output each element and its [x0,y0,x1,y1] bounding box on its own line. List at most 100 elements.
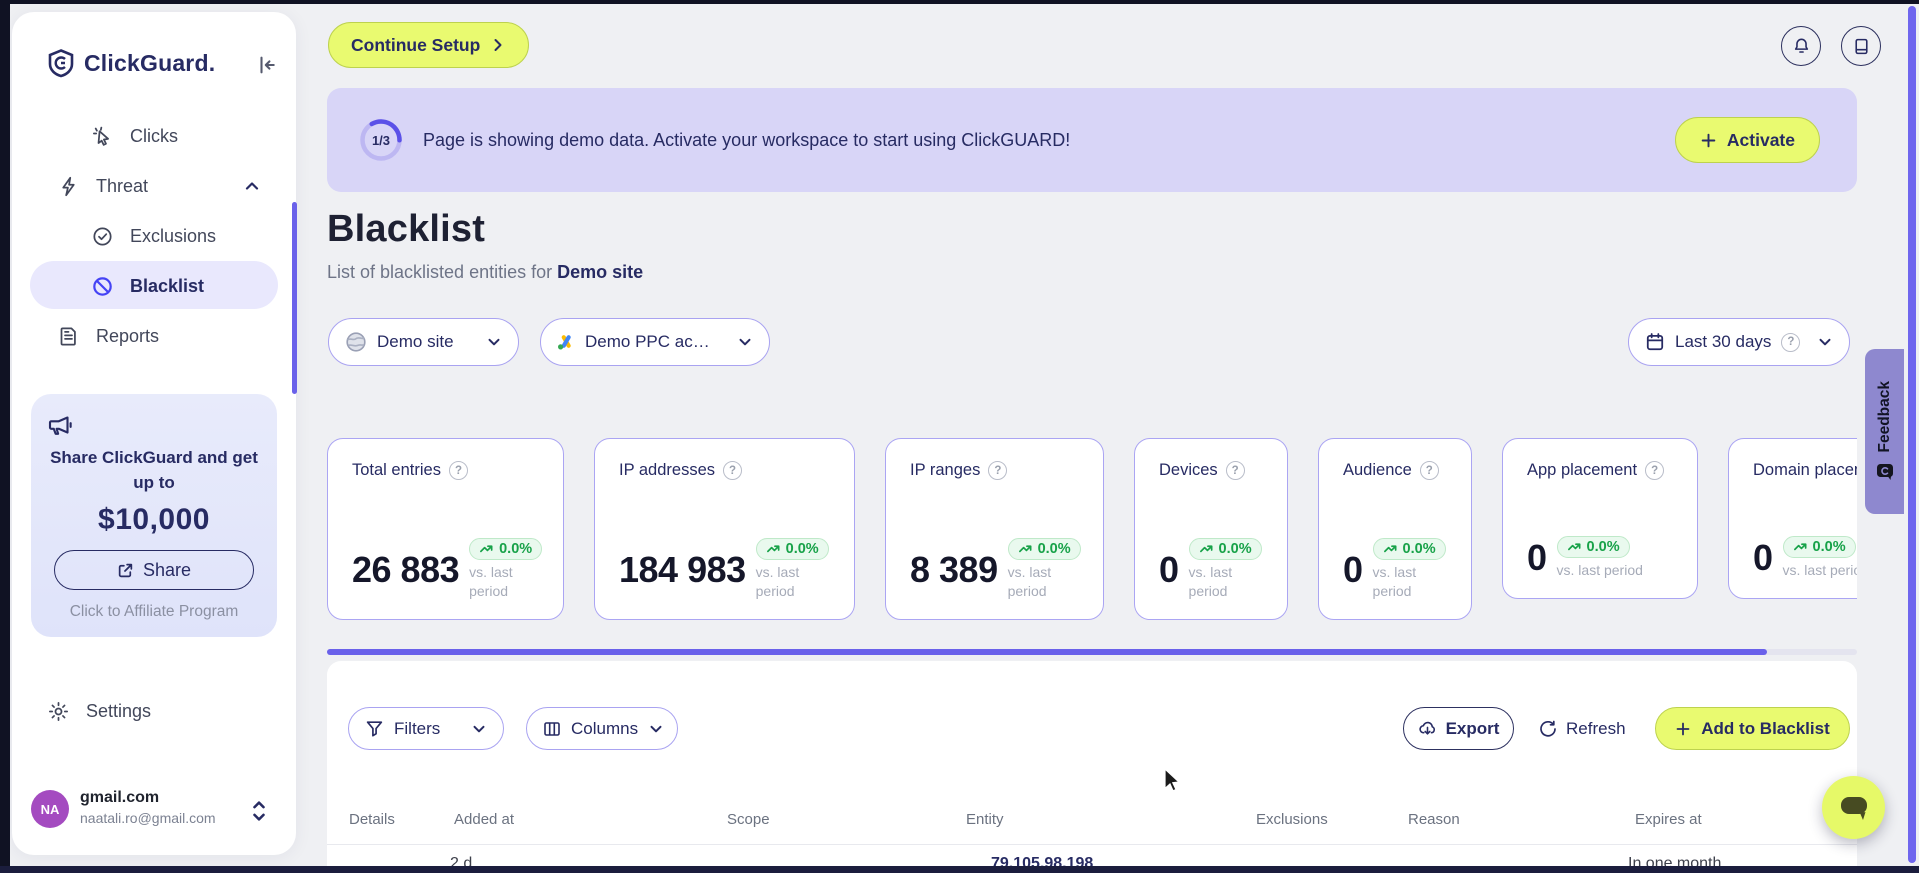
columns-label: Columns [571,718,639,738]
date-range-selector[interactable]: Last 30 days ? [1628,318,1850,366]
blocked-icon [92,276,113,297]
clickguard-app: ClickGuard. Clicks Threat Exclusions Bla… [0,0,1919,873]
stat-card-title: App placement [1527,461,1638,479]
blacklist-table-panel: Filters Columns Export Refresh Add to Bl… [327,661,1857,867]
filters-dropdown[interactable]: Filters [348,707,504,750]
chevron-up-icon[interactable] [244,178,260,194]
columns-dropdown[interactable]: Columns [526,707,678,750]
help-icon[interactable]: ? [988,461,1008,480]
gear-icon [48,701,69,722]
stat-card-domain-placement: Domain placement ? 0 0.0% vs. last perio… [1728,438,1857,599]
column-header-added-at[interactable]: Added at [454,811,514,828]
vs-last-period-label: vs. last period [1556,562,1643,579]
vs-last-period-label: vs. last period [755,564,800,600]
sidebar-item-clicks[interactable]: Clicks [12,111,296,161]
add-to-blacklist-label: Add to Blacklist [1701,718,1830,738]
trend-up-icon [1567,542,1581,550]
trend-up-icon [1199,545,1213,552]
site-selector[interactable]: Demo site [328,318,519,366]
column-header-details[interactable]: Details [349,811,395,828]
stat-value: 184 983 [619,548,746,590]
column-header-entity[interactable]: Entity [966,811,1004,828]
docs-button[interactable] [1841,26,1881,66]
help-icon[interactable]: ? [1645,461,1665,480]
column-header-scope[interactable]: Scope [727,811,770,828]
trend-up-icon [1018,545,1032,552]
feedback-label: Feedback [1875,380,1893,453]
vs-last-period-label: vs. last period [1007,564,1052,600]
help-icon[interactable]: ? [723,461,743,480]
cards-scrollbar-thumb[interactable] [327,649,1767,655]
trend-up-icon [1793,542,1807,550]
column-header-exclusions[interactable]: Exclusions [1256,811,1328,828]
share-button[interactable]: Share [54,550,254,591]
vs-last-period-label: vs. last period [1372,564,1417,600]
sidebar-item-reports[interactable]: Reports [12,311,296,361]
stat-card-title: IP addresses [619,461,716,479]
affiliate-promo-card[interactable]: Share ClickGuard and get up to $10,000 S… [31,394,277,637]
sidebar-item-settings[interactable]: Settings [12,690,296,734]
continue-setup-label: Continue Setup [351,34,481,55]
sidebar-scrollbar[interactable] [292,202,297,394]
vs-last-period-label: vs. last period [469,564,513,600]
page-subtitle: List of blacklisted entities for Demo si… [327,262,643,283]
stat-card-title: Audience [1343,461,1412,479]
stat-card-title: Total entries [352,461,441,479]
sidebar-collapse-icon[interactable] [256,54,278,76]
user-email: naatali.ro@gmail.com [80,810,216,826]
help-icon[interactable]: ? [448,461,468,480]
feedback-tab[interactable]: Feedback [1865,349,1904,514]
speech-bubble-icon [1838,793,1870,823]
site-selector-value: Demo site [377,332,454,351]
export-button[interactable]: Export [1403,707,1514,750]
book-icon [1852,37,1871,56]
stat-card-ip-addresses: IP addresses ? 184 983 0.0% vs. last per… [594,438,855,620]
shield-logo-icon [46,48,76,78]
stat-card-title: IP ranges [910,461,981,479]
column-header-reason[interactable]: Reason [1408,811,1460,828]
sidebar-item-label: Clicks [130,125,178,146]
activate-button[interactable]: Activate [1674,117,1820,163]
progress-label: 1/3 [371,132,391,148]
demo-data-banner: 1/3 Page is showing demo data. Activate … [327,88,1857,192]
chevron-updown-icon[interactable] [250,798,268,824]
account-switcher[interactable]: NA gmail.com naatali.ro@gmail.com [12,782,296,840]
promo-heading: Share ClickGuard and get up to [50,448,258,492]
refresh-button[interactable]: Refresh [1539,707,1626,750]
sidebar-item-threat[interactable]: Threat [12,161,296,211]
trend-up-icon [480,545,493,552]
stat-card-audience: Audience ? 0 0.0% vs. last period [1318,438,1472,620]
help-icon[interactable]: ? [1419,461,1439,480]
add-to-blacklist-button[interactable]: Add to Blacklist [1655,707,1850,750]
page-scrollbar[interactable] [1908,6,1916,863]
stat-cards-strip: Total entries ? 26 883 0.0% vs. last per… [327,438,1857,630]
sidebar-item-label: Blacklist [130,275,205,296]
megaphone-icon [45,410,263,440]
ppc-account-selector[interactable]: Demo PPC ac… [540,318,770,366]
chevron-down-icon [737,334,753,350]
logo: ClickGuard. [46,48,215,78]
columns-icon [543,720,561,738]
share-button-label: Share [142,559,192,580]
notifications-button[interactable] [1781,26,1821,66]
cloud-download-icon [1418,719,1437,738]
stat-value: 26 883 [352,548,460,590]
continue-setup-button[interactable]: Continue Setup [328,22,530,68]
sidebar-item-blacklist[interactable]: Blacklist [12,261,296,311]
sidebar-item-exclusions[interactable]: Exclusions [12,211,296,261]
workspace-name: gmail.com [80,789,160,806]
column-header-expires-at[interactable]: Expires at [1635,811,1702,828]
stat-value: 0 [1343,548,1363,590]
stat-card-devices: Devices ? 0 0.0% vs. last period [1134,438,1288,620]
chat-launcher-button[interactable] [1822,776,1885,839]
sidebar-item-label: Reports [96,325,160,346]
chevron-down-icon [486,334,502,350]
trend-badge: 0.0% [1007,538,1081,561]
page-title: Blacklist [327,208,486,250]
google-ads-icon [557,333,575,351]
help-icon[interactable]: ? [1781,332,1801,352]
trend-badge: 0.0% [1556,536,1630,559]
help-icon[interactable]: ? [1225,461,1245,480]
promo-amount: $10,000 [98,503,210,537]
window-frame-top [0,0,1919,4]
